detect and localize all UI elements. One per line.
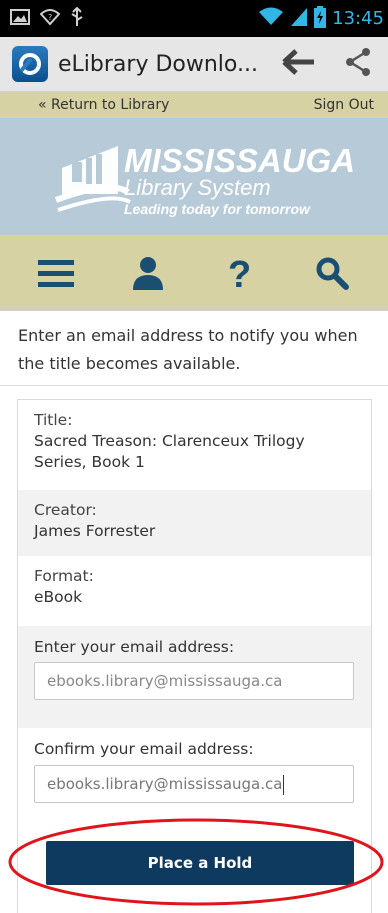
format-value: eBook [34,588,83,606]
format-label: Format: [34,567,94,585]
image-icon [10,8,30,29]
logo-tagline: Leading today for tomorrow [124,201,311,217]
status-bar: ? 13:45 [0,0,388,37]
library-banner: MISSISSAUGA Library System Leading today… [0,118,388,235]
svg-text:?: ? [228,254,251,292]
logo-title: MISSISSAUGA [124,142,355,179]
format-field: Format: eBook [18,556,371,620]
app-logo-icon[interactable] [12,46,48,82]
signal-icon [290,7,308,31]
return-to-library-link[interactable]: « Return to Library [38,97,169,113]
status-right: 13:45 [258,5,384,32]
place-hold-button[interactable]: Place a Hold [46,841,354,885]
email-label: Enter your email address: [34,638,235,656]
creator-label: Creator: [34,501,97,519]
confirm-email-field-value: ebooks.library@mississauga.ca [47,775,283,793]
search-icon[interactable] [307,248,357,298]
text-cursor [283,774,285,795]
building-mark-icon [54,146,131,212]
title-label: Title: [34,411,73,429]
wifi-signal-icon [258,7,284,31]
user-icon[interactable] [123,248,173,298]
creator-field: Creator: James Forrester [18,490,371,556]
battery-icon [314,5,327,32]
usb-icon [70,6,84,31]
intro-text: Enter an email address to notify you whe… [18,326,358,373]
confirm-email-label: Confirm your email address: [34,740,254,758]
status-left: ? [10,6,84,31]
email-field[interactable]: ebooks.library@mississauga.ca [34,662,354,700]
back-arrow-icon[interactable] [282,49,316,79]
app-title: eLibrary Downlo... [58,51,258,77]
share-icon[interactable] [344,47,374,81]
title-value: Sacred Treason: Clarenceux Trilogy Serie… [34,432,305,471]
sign-out-link[interactable]: Sign Out [314,97,374,113]
confirm-email-field[interactable]: ebooks.library@mississauga.ca [34,765,354,803]
help-icon[interactable]: ? [215,248,265,298]
hold-form: Title: Sacred Treason: Clarenceux Trilog… [17,399,372,913]
action-bar: eLibrary Downlo... [0,37,388,92]
divider [0,385,388,386]
creator-value: James Forrester [34,522,156,540]
menu-icon[interactable] [31,248,81,298]
action-bar-actions [282,47,374,81]
title-field: Title: Sacred Treason: Clarenceux Trilog… [18,400,371,490]
logo-subtitle: Library System [124,175,271,200]
wifi-icon: ? [39,8,61,30]
svg-text:?: ? [48,13,52,22]
top-links-bar: « Return to Library Sign Out [0,92,388,118]
email-field-value: ebooks.library@mississauga.ca [47,672,283,690]
status-time: 13:45 [332,8,384,29]
nav-icon-bar: ? [0,235,388,311]
mississauga-library-logo[interactable]: MISSISSAUGA Library System Leading today… [0,118,388,235]
